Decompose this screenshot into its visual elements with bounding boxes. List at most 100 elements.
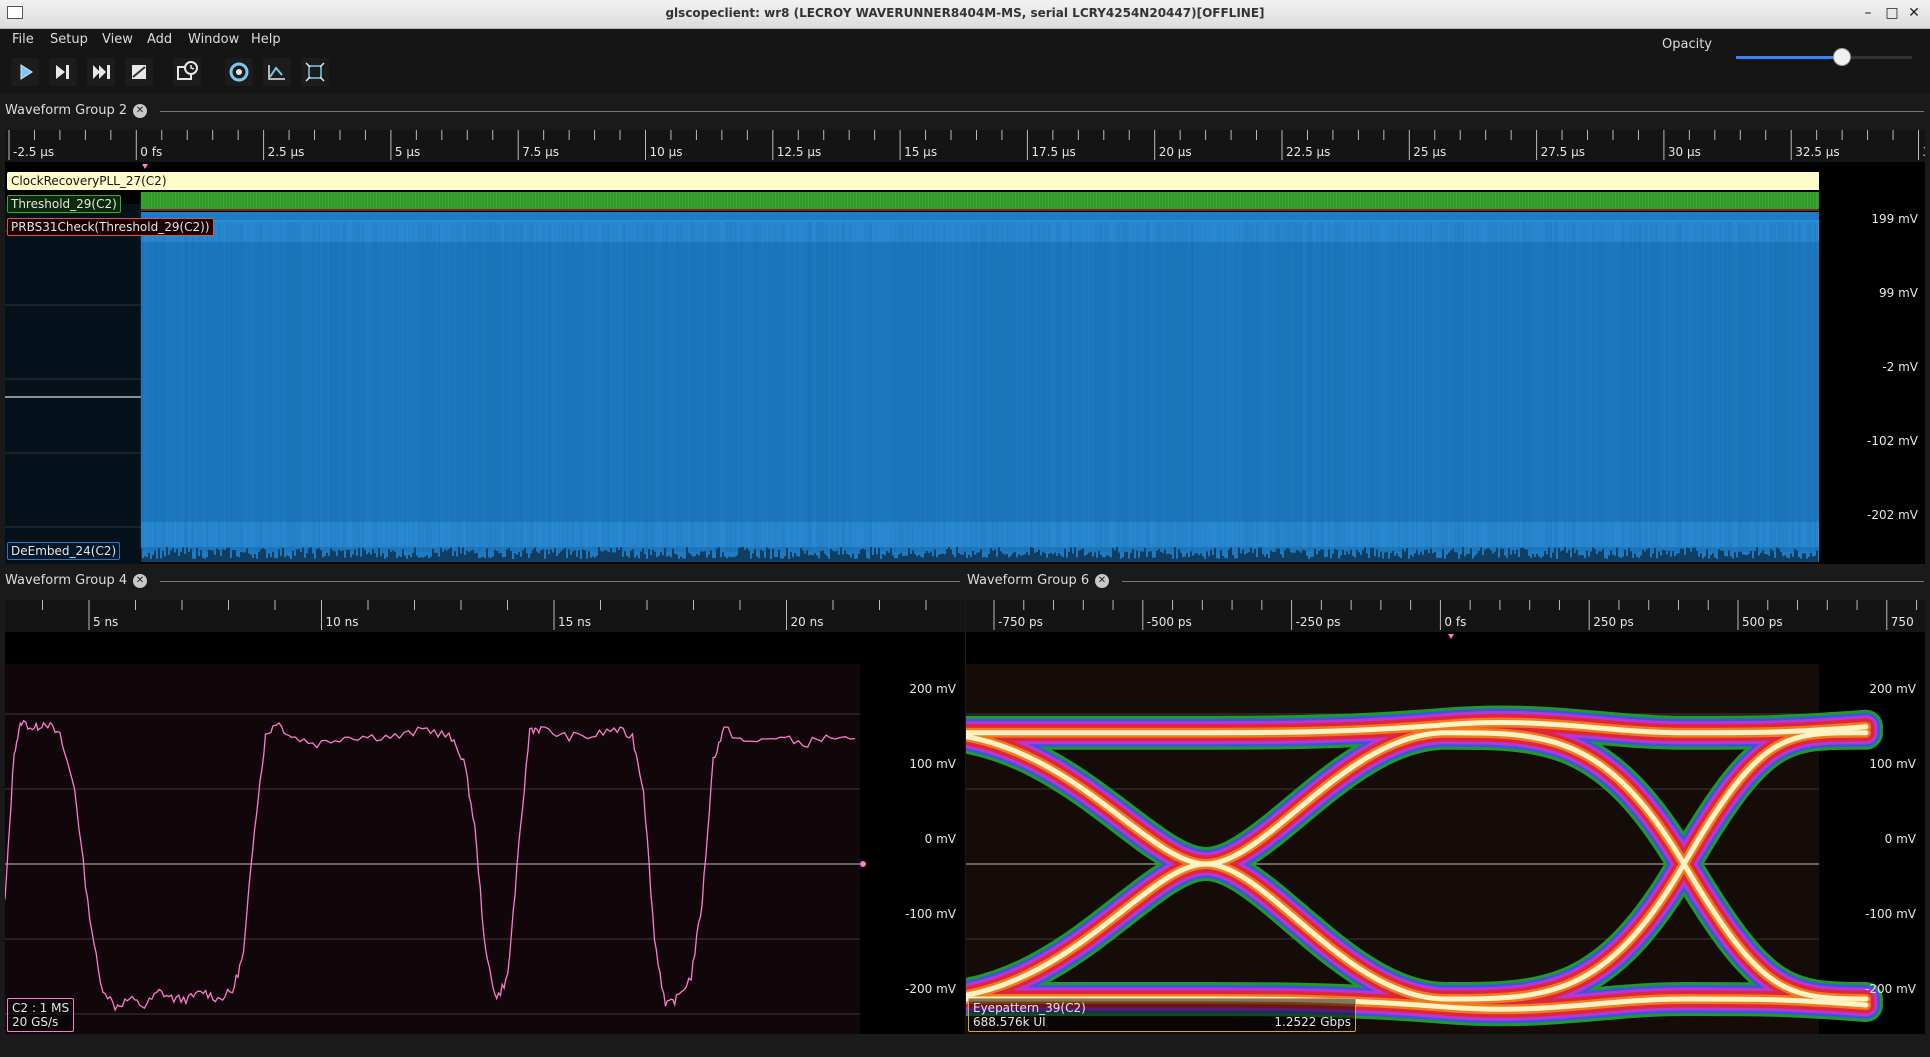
waveform-group-2-header: Waveform Group 2 ✕	[0, 99, 1930, 123]
voltage-tick: 199 mV	[1871, 212, 1918, 226]
clear-sweeps-button[interactable]	[262, 57, 292, 87]
time-tick-label: -750 ps	[998, 615, 1043, 629]
time-tick-label: 27.5 µs	[1540, 145, 1586, 159]
channel-label-clock[interactable]: ClockRecoveryPLL_27(C2)	[7, 172, 171, 190]
time-tick-label: 10 µs	[649, 145, 683, 159]
time-tick-label: 7.5 µs	[522, 145, 559, 159]
voltage-tick: -200 mV	[1865, 982, 1916, 996]
voltage-tick: 99 mV	[1879, 286, 1918, 300]
waveform-group-6-panel[interactable]: -750 ps -500 ps -250 ps 0 fs 250 ps 500 ps 750…	[966, 600, 1925, 1034]
group-divider	[1122, 581, 1924, 582]
time-tick-label: 25 µs	[1413, 145, 1447, 159]
voltage-tick: -100 mV	[1865, 907, 1916, 921]
opacity-slider-handle[interactable]	[1832, 48, 1851, 66]
group-divider	[160, 111, 1924, 112]
close-group-6-icon[interactable]: ✕	[1095, 574, 1109, 588]
time-tick-label: 15 µs	[904, 145, 938, 159]
time-tick-label: 500 ps	[1742, 615, 1783, 629]
voltage-tick: -2 mV	[1882, 360, 1918, 374]
voltage-tick: -200 mV	[905, 982, 956, 996]
menu-view[interactable]: View	[102, 32, 133, 47]
opacity-slider[interactable]	[1736, 43, 1912, 71]
opacity-slider-fill	[1736, 56, 1842, 59]
time-tick-label: 20 µs	[1158, 145, 1192, 159]
time-tick-label: 0 fs	[140, 145, 163, 159]
toolbar	[0, 51, 1930, 93]
waveform-area[interactable]	[5, 632, 965, 1034]
time-tick-label: 32.5 µs	[1795, 145, 1840, 159]
time-tick-label: 17.5 µs	[1031, 145, 1076, 159]
refresh-icon	[225, 58, 253, 86]
time-tick-label: 750	[1890, 615, 1914, 629]
voltage-tick: 200 mV	[1869, 682, 1916, 696]
eye-info-name: Eyepattern_39(C2)	[973, 1001, 1086, 1015]
time-tick-label: -2.5 µs	[13, 145, 55, 159]
pre-trigger-area	[5, 204, 141, 564]
channel-info-box[interactable]: C2 : 1 MS 20 GS/s	[7, 998, 75, 1032]
timeline-ruler[interactable]: -750 ps -500 ps -250 ps 0 fs 250 ps 500 ps 750	[966, 600, 1925, 633]
single-step-icon	[49, 58, 77, 86]
time-tick-label: 250 ps	[1593, 615, 1634, 629]
stop-trigger-button[interactable]	[124, 57, 154, 87]
channel-label-threshold[interactable]: Threshold_29(C2)	[7, 195, 121, 213]
close-button[interactable]: ✕	[1904, 3, 1924, 23]
history-button[interactable]	[172, 57, 202, 87]
time-tick-label: 5 µs	[394, 145, 421, 159]
menu-help[interactable]: Help	[251, 32, 281, 47]
waveform-plot-area	[5, 664, 860, 1034]
voltage-tick: -202 mV	[1867, 508, 1918, 522]
single-trigger-button[interactable]	[48, 57, 78, 87]
waveform-group-6-title: Waveform Group 6	[967, 573, 1090, 588]
time-tick-label: 30 µs	[1667, 145, 1701, 159]
force-trigger-button[interactable]	[86, 57, 116, 87]
time-tick-label: 20 ns	[790, 615, 824, 629]
channel-label-deembed[interactable]: DeEmbed_24(C2)	[7, 542, 121, 560]
timeline-ruler[interactable]: 5 ns 10 ns 15 ns 20 ns	[5, 600, 965, 633]
voltage-tick: 100 mV	[1869, 757, 1916, 771]
channel-label-prbs[interactable]: PRBS31Check(Threshold_29(C2))	[7, 218, 214, 236]
fullscreen-icon	[301, 58, 329, 86]
voltage-tick: -100 mV	[905, 907, 956, 921]
voltage-tick: 200 mV	[909, 682, 956, 696]
start-trigger-button[interactable]	[10, 57, 40, 87]
waveform-group-6-header: Waveform Group 6 ✕	[962, 569, 1930, 593]
status-strip	[0, 1044, 1930, 1057]
menu-setup[interactable]: Setup	[50, 32, 88, 47]
eye-info-ui: 688.576k UI	[973, 1015, 1046, 1029]
waveform-group-2-title: Waveform Group 2	[5, 103, 128, 118]
voltage-tick: 0 mV	[1884, 832, 1916, 846]
minimize-button[interactable]: –	[1858, 3, 1878, 23]
time-tick-label: 0 fs	[1444, 615, 1467, 629]
fullscreen-button[interactable]	[300, 57, 330, 87]
time-tick-label: 12.5 µs	[776, 145, 822, 159]
timeline-ruler[interactable]: -2.5 µs 0 fs 2.5 µs 5 µs 7.5 µs 10 µs 12.5 µs 1…	[5, 130, 1925, 163]
force-trigger-icon	[87, 58, 115, 86]
time-tick-label: 3	[1923, 145, 1926, 159]
clock-recovery-band	[141, 172, 1819, 190]
waveform-group-4-panel[interactable]: 5 ns 10 ns 15 ns 20 ns 200 mV 100 mV 0 mV -…	[5, 600, 965, 1034]
eye-info-box[interactable]: Eyepattern_39(C2) 688.576k UI 1.2522 Gbp…	[968, 998, 1356, 1032]
refresh-settings-button[interactable]	[224, 57, 254, 87]
time-tick-label: 5 ns	[93, 615, 119, 629]
close-group-4-icon[interactable]: ✕	[133, 574, 147, 588]
close-group-2-icon[interactable]: ✕	[133, 104, 147, 118]
waveform-group-4-title: Waveform Group 4	[5, 573, 128, 588]
waveform-area[interactable]	[5, 162, 1925, 564]
group-divider	[160, 581, 960, 582]
maximize-button[interactable]: □	[1882, 3, 1902, 23]
menu-file[interactable]: File	[12, 32, 34, 47]
time-tick-label: -500 ps	[1146, 615, 1192, 629]
time-tick-label: -250 ps	[1295, 615, 1341, 629]
menu-add[interactable]: Add	[147, 32, 172, 47]
eye-pattern-area[interactable]	[966, 632, 1925, 1034]
time-tick-label: 2.5 µs	[267, 145, 305, 159]
history-icon	[173, 58, 201, 86]
waveform-group-4-header: Waveform Group 4 ✕	[0, 569, 963, 593]
window-title: glscopeclient: wr8 (LECROY WAVERUNNER840…	[665, 6, 1265, 20]
stop-icon	[125, 58, 153, 86]
eye-info-rate: 1.2522 Gbps	[1274, 1015, 1351, 1029]
menu-window[interactable]: Window	[188, 32, 239, 47]
voltage-tick: 0 mV	[924, 832, 956, 846]
waveform-group-2-panel[interactable]: -2.5 µs 0 fs 2.5 µs 5 µs 7.5 µs 10 µs 12.5 µs 1…	[5, 130, 1925, 564]
time-tick-label: 22.5 µs	[1286, 145, 1331, 159]
